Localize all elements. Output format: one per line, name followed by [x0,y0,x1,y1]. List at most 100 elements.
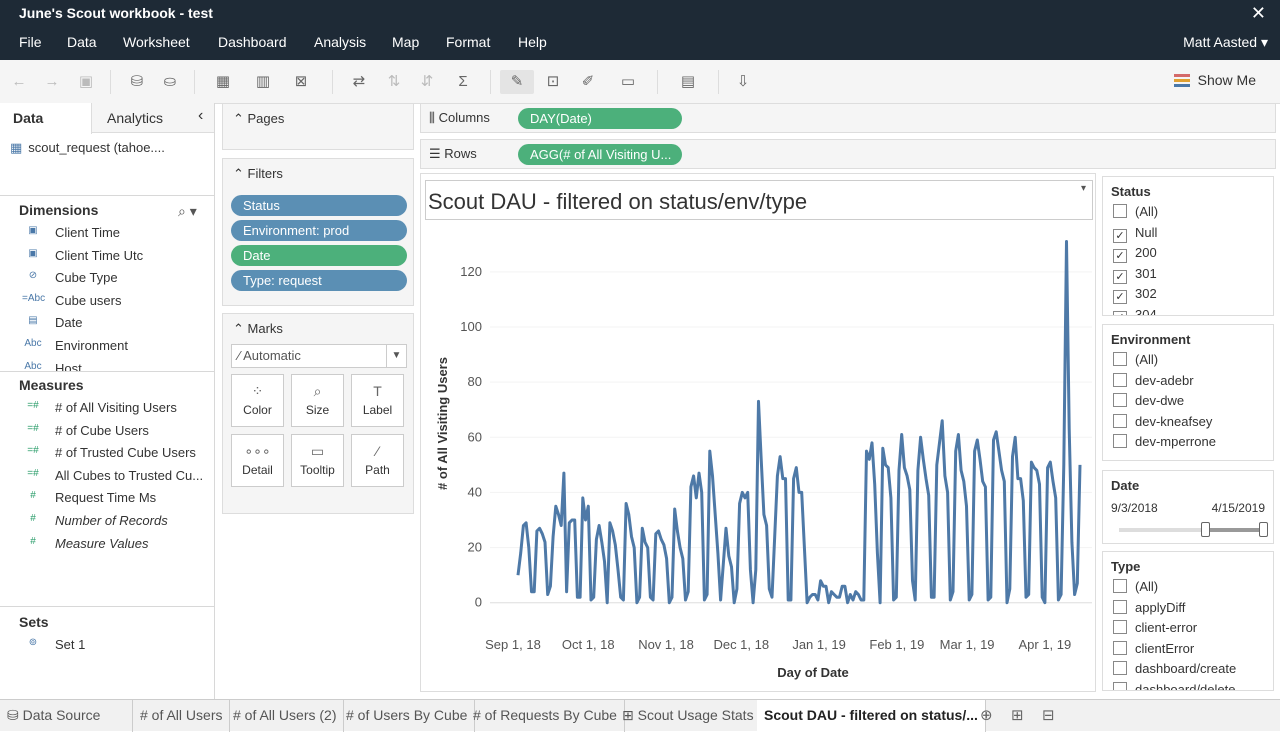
clear-sheet-icon[interactable]: ⊠ [288,70,314,94]
measure-field[interactable]: =# # of Trusted Cube Users [0,443,215,465]
highlight-icon[interactable]: ✎ [500,70,534,94]
tab-analytics[interactable]: Analytics [107,103,163,133]
new-dashboard-icon[interactable]: ⊞ [1011,706,1024,724]
date-slider-end-handle[interactable] [1259,522,1268,537]
checkbox-checked[interactable]: ✓ [1113,228,1127,243]
title-dropdown-icon[interactable]: ▾ [1081,183,1086,194]
duplicate-sheet-icon[interactable]: ▥ [250,70,276,94]
new-story-icon[interactable]: ⊟ [1042,706,1055,724]
dimension-field[interactable]: ▣ Client Time [0,223,215,245]
mark-color-button[interactable]: ⁘ Color [231,374,284,427]
checkbox-unchecked[interactable] [1113,599,1127,614]
filter-checkbox-item[interactable]: ✓ 304 [1113,307,1157,315]
filter-checkbox-item[interactable]: dashboard/create [1113,661,1236,681]
checkbox-unchecked[interactable] [1113,393,1127,407]
sort-descending-icon[interactable]: ⇵ [414,70,440,94]
measure-field[interactable]: # Request Time Ms [0,488,215,510]
back-arrow-icon[interactable]: ← [6,70,32,94]
new-worksheet-icon[interactable]: ▦ [210,70,236,94]
search-icon[interactable]: ⌕ ▾ [178,203,197,220]
measure-field[interactable]: =# # of All Visiting Users [0,398,215,420]
measure-field[interactable]: =# # of Cube Users [0,421,215,443]
present-icon[interactable]: ⇩ [730,70,756,94]
checkbox-unchecked[interactable] [1113,372,1127,387]
close-icon[interactable]: ✕ [1251,3,1266,24]
dimension-field[interactable]: ▣ Client Time Utc [0,246,215,268]
menu-format[interactable]: Format [446,34,490,50]
menu-worksheet[interactable]: Worksheet [123,34,190,50]
worksheet-title[interactable]: Scout DAU - filtered on status/env/type … [425,180,1093,220]
show-cards-icon[interactable]: ▤ [670,70,706,94]
sheet-tab[interactable]: # of All Users (2) [226,700,345,732]
pages-card[interactable]: ⌃ Pages [222,103,414,150]
new-worksheet-icon[interactable]: ⊕ [980,706,993,724]
checkbox-unchecked[interactable] [1113,352,1127,366]
checkbox-unchecked[interactable] [1113,579,1127,593]
checkbox-unchecked[interactable] [1113,413,1127,428]
filter-checkbox-item[interactable]: applyDiff [1113,599,1185,620]
mark-size-button[interactable]: ⌕ Size [291,374,344,427]
filter-checkbox-item[interactable]: clientError [1113,640,1194,661]
tab-data[interactable]: Data [0,103,92,134]
checkbox-checked[interactable]: ✓ [1113,249,1127,263]
checkbox-unchecked[interactable] [1113,434,1127,448]
filter-checkbox-item[interactable]: ✓ 301 [1113,266,1157,286]
menu-analysis[interactable]: Analysis [314,34,366,50]
checkbox-unchecked[interactable] [1113,640,1127,655]
rows-pill[interactable]: AGG(# of All Visiting U... [518,144,682,165]
tab-data-source[interactable]: ⛁ Data Source [0,700,133,732]
fit-icon[interactable]: ▭ [611,70,645,94]
menu-file[interactable]: File [19,34,42,50]
sheet-tab[interactable]: # of Users By Cube [339,700,476,732]
menu-help[interactable]: Help [518,34,547,50]
user-menu[interactable]: Matt Aasted ▾ [1183,34,1268,51]
measure-field[interactable]: # Number of Records [0,511,215,533]
show-me-button[interactable]: Show Me [1173,72,1256,89]
measure-field[interactable]: # Measure Values [0,534,215,556]
filter-checkbox-item[interactable]: (All) [1113,352,1158,372]
series-line[interactable] [516,240,1082,605]
annotate-icon[interactable]: ✐ [575,70,601,94]
mark-detail-button[interactable]: ∘∘∘ Detail [231,434,284,487]
menu-dashboard[interactable]: Dashboard [218,34,287,50]
filter-checkbox-item[interactable]: dev-adebr [1113,372,1194,393]
dashboard-tab[interactable]: ⊞ Scout Usage Stats [615,700,762,732]
filter-checkbox-item[interactable]: (All) [1113,204,1158,224]
sheet-tab-active[interactable]: Scout DAU - filtered on status/... [757,700,986,732]
menu-map[interactable]: Map [392,34,419,50]
filter-checkbox-item[interactable]: ✓ 200 [1113,245,1157,265]
filter-checkbox-item[interactable]: ✓ Null [1113,225,1157,245]
mark-path-button[interactable]: ⁄ Path [351,434,404,487]
checkbox-checked[interactable]: ✓ [1113,290,1127,304]
dimension-field[interactable]: =Abc Cube users [0,291,215,313]
menu-data[interactable]: Data [67,34,97,50]
filter-checkbox-item[interactable]: dev-mperrone [1113,434,1216,454]
mark-tooltip-button[interactable]: ▭ Tooltip [291,434,344,487]
set-item[interactable]: ⊚ Set 1 [0,635,215,657]
sort-ascending-icon[interactable]: ⇅ [381,70,407,94]
filter-pill-date[interactable]: Date [231,245,407,266]
new-datasource-icon[interactable]: ⛁ [124,70,150,94]
date-slider-start-handle[interactable] [1201,522,1210,537]
checkbox-unchecked[interactable] [1113,681,1127,690]
filter-checkbox-item[interactable]: dev-kneafsey [1113,413,1212,434]
checkbox-checked[interactable]: ✓ [1113,310,1127,315]
checkbox-unchecked[interactable] [1113,620,1127,634]
collapse-pane-icon[interactable]: ‹ [198,103,203,133]
text-label-icon[interactable]: ⊡ [540,70,566,94]
filter-pill-type[interactable]: Type: request [231,270,407,291]
mark-type-dropdown[interactable]: ⁄ Automatic ▼ [231,344,407,368]
checkbox-checked[interactable]: ✓ [1113,269,1127,284]
filter-pill-status[interactable]: Status [231,195,407,216]
filter-checkbox-item[interactable]: ✓ 302 [1113,286,1157,306]
date-slider-track[interactable] [1119,522,1268,537]
filter-checkbox-item[interactable]: dev-dwe [1113,393,1184,413]
forward-arrow-icon[interactable]: → [39,70,65,94]
sheet-tab[interactable]: # of Requests By Cube [466,700,625,732]
dimension-field[interactable]: Abc Host [0,359,215,371]
columns-pill[interactable]: DAY(Date) [518,108,682,129]
checkbox-unchecked[interactable] [1113,661,1127,675]
pause-updates-icon[interactable]: ⛀ [157,70,183,94]
dimension-field[interactable]: Abc Environment [0,336,215,358]
datasource-item[interactable]: ▦ scout_request (tahoe.... [10,140,165,156]
